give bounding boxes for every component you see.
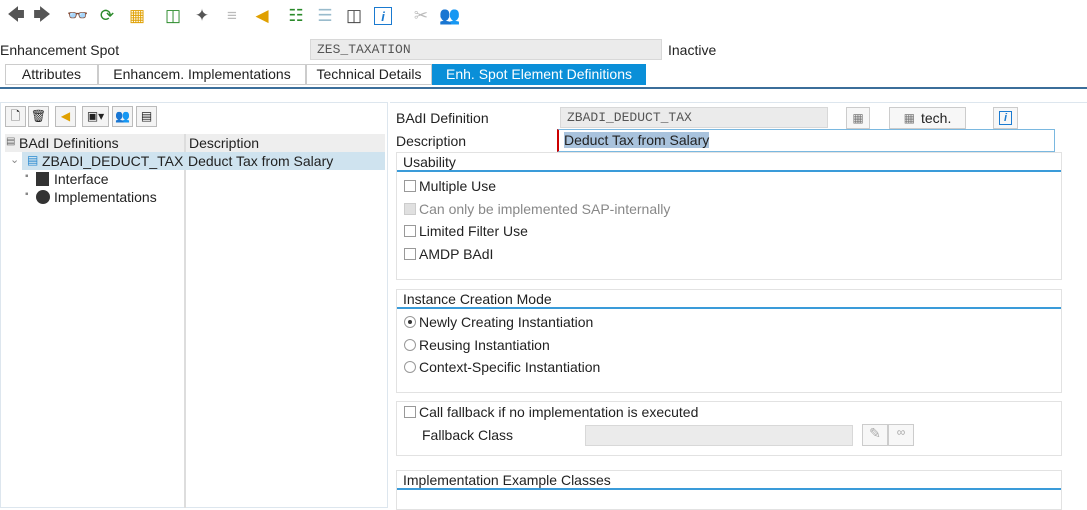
example-classes-title: Implementation Example Classes (397, 471, 1061, 490)
description-label: Description (396, 133, 467, 149)
add-menu-icon[interactable]: ▣▾ (82, 106, 109, 127)
column-config-icon[interactable]: ▤ (6, 136, 15, 147)
bullet-icon: ▪ (25, 171, 29, 182)
edit-pencil-icon[interactable]: ✎ (862, 424, 888, 446)
limited-filter-checkbox[interactable]: Limited Filter Use (404, 223, 528, 239)
display-glasses-icon[interactable]: ∞ (888, 424, 914, 446)
usability-title: Usability (397, 153, 1061, 172)
implementation-icon (36, 190, 50, 204)
sap-internal-checkbox: Can only be implemented SAP-internally (404, 201, 670, 217)
list-icon[interactable]: ☰ (313, 4, 337, 28)
spot-field[interactable]: ZES_TAXATION (310, 39, 662, 60)
users-icon[interactable]: 👥 (112, 106, 133, 127)
column-description[interactable]: Description (189, 135, 259, 151)
tech-button[interactable]: ▦ tech. (889, 107, 966, 129)
info-icon[interactable]: i (374, 7, 392, 25)
activate-icon[interactable]: ▦ (125, 4, 149, 28)
tree-node-implementations[interactable]: Implementations (54, 189, 157, 205)
status-text: Inactive (668, 42, 717, 58)
badi-definition-field[interactable]: ZBADI_DEDUCT_TAX (560, 107, 828, 128)
tree-node-interface[interactable]: Interface (54, 171, 108, 187)
fallback-class-label: Fallback Class (422, 427, 514, 443)
badi-icon: ▤ (27, 153, 39, 167)
interface-icon (36, 172, 49, 186)
fallback-class-field[interactable] (585, 425, 853, 446)
hierarchy-icon[interactable]: ☷ (284, 4, 308, 28)
instance-creation-title: Instance Creation Mode (397, 290, 1061, 309)
radio-newly-creating[interactable]: Newly Creating Instantiation (404, 314, 593, 330)
description-input[interactable]: Deduct Tax from Salary (557, 129, 1055, 152)
document-icon[interactable]: ▤ (136, 106, 157, 127)
delete-icon[interactable]: 🗑 (28, 106, 49, 127)
distribute-icon[interactable]: ◀ (55, 106, 76, 127)
disabled-icon: ≡ (227, 6, 237, 25)
spot-label: Enhancement Spot (0, 42, 120, 58)
back-icon[interactable]: 🡄 (4, 4, 28, 28)
column-splitter[interactable] (184, 134, 186, 508)
create-icon[interactable]: 🗋 (5, 106, 26, 127)
window-icon[interactable]: ◫ (342, 4, 366, 28)
collapse-chevron-icon[interactable]: ⌄ (10, 153, 19, 166)
example-classes-group: Implementation Example Classes (396, 470, 1062, 510)
tab-enhancement-implementations[interactable]: Enhancem. Implementations (98, 64, 306, 85)
call-fallback-checkbox[interactable]: Call fallback if no implementation is ex… (404, 404, 698, 420)
radio-reusing[interactable]: Reusing Instantiation (404, 337, 550, 353)
column-badi-definitions[interactable]: BAdI Definitions (19, 135, 119, 151)
distribute-icon[interactable]: ◀ (250, 4, 274, 28)
tab-element-definitions[interactable]: Enh. Spot Element Definitions (432, 64, 646, 85)
grid-button[interactable]: ▦ (846, 107, 870, 129)
users-icon[interactable]: 👥 (438, 4, 462, 28)
display-change-icon[interactable]: 👓 (66, 4, 90, 28)
tab-technical-details[interactable]: Technical Details (306, 64, 432, 85)
wizard-icon[interactable]: ✦ (190, 4, 214, 28)
radio-context-specific[interactable]: Context-Specific Instantiation (404, 359, 600, 375)
tree-node-description: Deduct Tax from Salary (188, 153, 334, 169)
amdp-badi-checkbox[interactable]: AMDP BAdI (404, 246, 493, 262)
disabled-cut-icon: ✂ (413, 6, 429, 25)
info-button[interactable]: i (993, 107, 1018, 129)
tab-attributes[interactable]: Attributes (5, 64, 98, 85)
badi-definition-label: BAdI Definition (396, 110, 489, 126)
multiple-use-checkbox[interactable]: Multiple Use (404, 178, 496, 194)
check-icon[interactable]: ⟳ (95, 4, 119, 28)
tree-node-badi[interactable]: ZBADI_DEDUCT_TAX (42, 153, 183, 169)
tech-label: tech. (920, 110, 952, 126)
grid-icon: ▦ (852, 111, 864, 125)
grid-icon: ▦ (903, 111, 915, 125)
where-used-icon[interactable]: ◫ (161, 4, 185, 28)
description-value: Deduct Tax from Salary (564, 132, 710, 148)
forward-icon[interactable]: 🡆 (30, 4, 54, 28)
info-icon: i (998, 111, 1013, 125)
bullet-icon: ▪ (25, 189, 29, 200)
tab-divider (0, 87, 1087, 89)
